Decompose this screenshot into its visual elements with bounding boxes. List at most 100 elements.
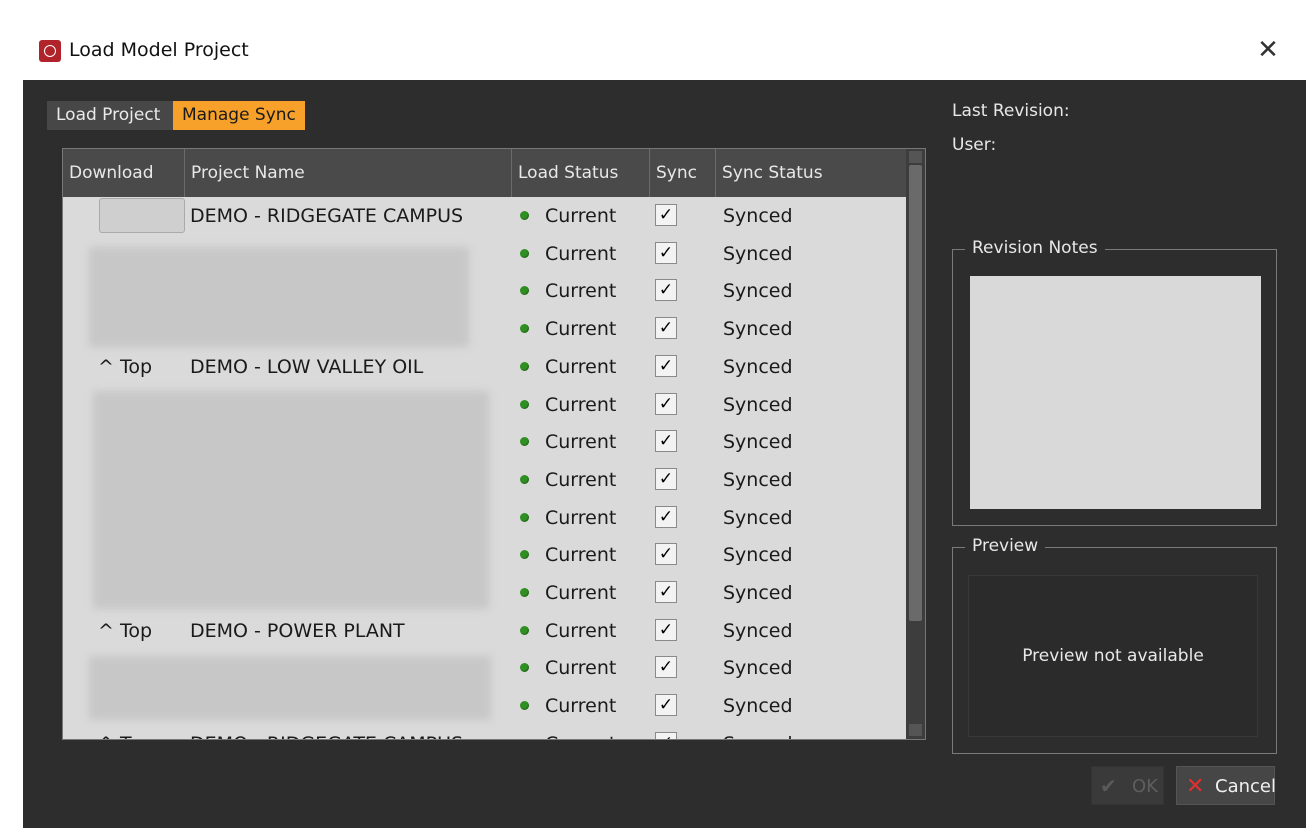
sync-status: Synced	[723, 280, 793, 303]
table-row[interactable]: Current ✓ Synced	[63, 649, 906, 687]
app-logo-icon	[39, 40, 61, 62]
load-status: Current	[545, 619, 617, 642]
sync-checkbox[interactable]: ✓	[655, 731, 677, 739]
sync-checkbox[interactable]: ✓	[655, 392, 677, 415]
table-row[interactable]: Current ✓ Synced	[63, 499, 906, 537]
sync-status: Synced	[723, 318, 793, 341]
revision-notes-title: Revision Notes	[965, 238, 1105, 258]
sync-checkbox[interactable]: ✓	[655, 618, 677, 641]
table-row[interactable]: ^ Top DEMO - POWER PLANT Current ✓ Synced	[63, 612, 906, 650]
tab-load-project[interactable]: Load Project	[47, 101, 173, 130]
last-revision-label: Last Revision:	[952, 101, 1070, 121]
sync-checkbox[interactable]: ✓	[655, 505, 677, 528]
table-row[interactable]: DEMO - RIDGEGATE CAMPUS Current ✓ Synced	[63, 197, 906, 235]
load-status: Current	[545, 431, 617, 454]
preview-title: Preview	[965, 536, 1046, 556]
table-row[interactable]: Current ✓ Synced	[63, 536, 906, 574]
sync-status: Synced	[723, 355, 793, 378]
sync-checkbox[interactable]: ✓	[655, 317, 677, 340]
sync-checkbox[interactable]: ✓	[655, 467, 677, 490]
load-status: Current	[545, 393, 617, 416]
title-bar: Load Model Project ✕	[23, 23, 1306, 80]
table-row[interactable]: Current ✓ Synced	[63, 310, 906, 348]
scroll-down-arrow[interactable]	[909, 724, 922, 736]
sync-status: Synced	[723, 468, 793, 491]
top-link[interactable]: ^ Top	[98, 612, 152, 650]
sync-status: Synced	[723, 242, 793, 265]
table-row[interactable]: ^ Top DEMO - RIDGEGATE CAMPUS Current ✓ Sync…	[63, 725, 906, 739]
top-link[interactable]: ^ Top	[98, 725, 152, 739]
sync-status: Synced	[723, 657, 793, 680]
sync-status: Synced	[723, 725, 793, 739]
scroll-up-arrow[interactable]	[909, 151, 922, 163]
ok-label: OK	[1132, 776, 1158, 797]
preview-group: Preview Preview not available	[952, 536, 1277, 754]
project-name: DEMO - POWER PLANT	[190, 619, 405, 642]
sync-checkbox[interactable]: ✓	[655, 204, 677, 226]
project-name: DEMO - RIDGEGATE CAMPUS	[190, 725, 463, 739]
cancel-label: Cancel	[1215, 776, 1276, 797]
table-row[interactable]: Current ✓ Synced	[63, 272, 906, 310]
sync-checkbox[interactable]: ✓	[655, 430, 677, 453]
table-row[interactable]: Current ✓ Synced	[63, 423, 906, 461]
load-status: Current	[545, 695, 617, 718]
close-icon[interactable]: ✕	[1253, 35, 1283, 65]
table-row[interactable]: Current ✓ Synced	[63, 235, 906, 273]
project-name: DEMO - RIDGEGATE CAMPUS	[190, 205, 464, 227]
column-header-sync[interactable]: Sync	[650, 149, 716, 197]
download-button[interactable]	[99, 198, 185, 233]
sync-checkbox[interactable]: ✓	[655, 581, 677, 603]
load-model-project-dialog: Load Model Project ✕ Load Project Manage…	[23, 23, 1306, 828]
column-header-project-name[interactable]: Project Name	[185, 149, 512, 197]
sync-checkbox[interactable]: ✓	[655, 279, 677, 302]
sync-checkbox[interactable]: ✓	[655, 354, 677, 377]
sync-checkbox[interactable]: ✓	[655, 543, 677, 566]
table-row[interactable]: Current ✓ Synced	[63, 687, 906, 725]
top-link[interactable]: ^ Top	[98, 348, 152, 386]
load-status: Current	[545, 318, 617, 341]
load-status: Current	[519, 725, 616, 739]
sync-status: Synced	[723, 695, 793, 718]
sync-checkbox[interactable]: ✓	[655, 241, 677, 264]
sync-checkbox[interactable]: ✓	[655, 656, 677, 679]
user-label: User:	[952, 135, 997, 155]
table-row[interactable]: Current ✓ Synced	[63, 386, 906, 424]
table-row[interactable]: ^ Top DEMO - LOW VALLEY OIL Current ✓ Synced	[63, 348, 906, 386]
load-status: Current	[545, 506, 617, 529]
project-sync-table: Download Project Name Load Status Sync S…	[62, 148, 926, 740]
column-header-download[interactable]: Download	[63, 149, 185, 197]
checkmark-icon: ✔	[1100, 774, 1117, 798]
revision-notes-textarea[interactable]	[970, 276, 1261, 509]
project-name: DEMO - LOW VALLEY OIL	[190, 355, 424, 378]
scrollbar-thumb[interactable]	[909, 165, 922, 621]
sync-status: Synced	[723, 205, 793, 227]
cancel-button[interactable]: ✕ Cancel	[1176, 766, 1276, 805]
sync-status: Synced	[723, 619, 793, 642]
sync-status: Synced	[723, 506, 793, 529]
cancel-x-icon: ✕	[1186, 774, 1205, 799]
table-header: Download Project Name Load Status Sync S…	[63, 149, 906, 197]
vertical-scrollbar[interactable]	[906, 149, 925, 739]
table-body: DEMO - RIDGEGATE CAMPUS Current ✓ Synced Cur…	[63, 197, 906, 739]
table-row[interactable]: Current ✓ Synced	[63, 461, 906, 499]
load-status: Current	[545, 544, 617, 567]
load-status: Current	[545, 468, 617, 491]
sync-status: Synced	[723, 431, 793, 454]
load-status: Current	[545, 657, 617, 680]
sync-status: Synced	[723, 582, 793, 604]
load-status: Current	[545, 205, 617, 227]
load-status: Current	[545, 280, 617, 303]
sync-status: Synced	[723, 393, 793, 416]
column-header-load-status[interactable]: Load Status	[512, 149, 650, 197]
load-status: Current	[545, 582, 617, 604]
column-header-sync-status[interactable]: Sync Status	[716, 149, 906, 197]
table-row[interactable]: Current ✓ Synced	[63, 574, 906, 612]
load-status: Current	[545, 242, 617, 265]
revision-notes-group: Revision Notes	[952, 238, 1277, 526]
preview-panel: Preview not available	[968, 575, 1258, 737]
window-title: Load Model Project	[69, 39, 249, 61]
sync-checkbox[interactable]: ✓	[655, 694, 677, 717]
tab-manage-sync[interactable]: Manage Sync	[173, 101, 305, 130]
sync-status: Synced	[723, 544, 793, 567]
ok-button[interactable]: ✔ OK	[1091, 766, 1164, 805]
